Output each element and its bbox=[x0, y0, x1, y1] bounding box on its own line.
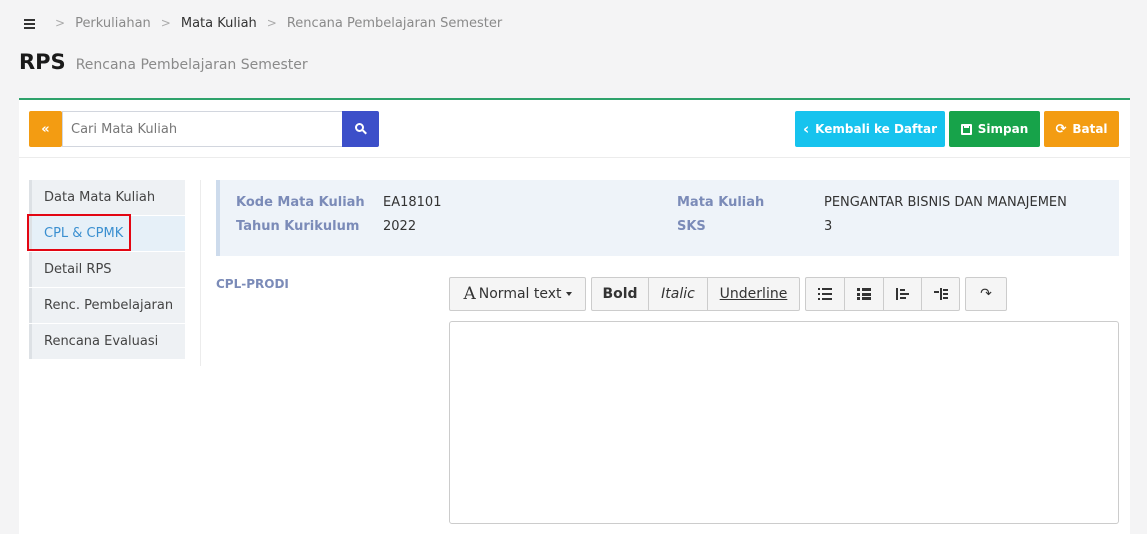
mata-kuliah-value: PENGANTAR BISNIS DAN MANAJEMEN bbox=[824, 195, 1067, 210]
share-button[interactable]: ↷ bbox=[966, 278, 1006, 310]
back-to-list-label: Kembali ke Daftar bbox=[815, 122, 937, 136]
section-nav: Data Mata Kuliah CPL & CPMK Detail RPS R… bbox=[27, 180, 185, 360]
collapse-button[interactable]: « bbox=[29, 111, 62, 147]
cancel-label: Batal bbox=[1072, 122, 1108, 136]
nav-item-label: Renc. Pembelajaran bbox=[44, 298, 174, 313]
page-title: RPS bbox=[19, 50, 66, 74]
unordered-list-button[interactable] bbox=[806, 278, 845, 310]
chevron-right-icon: > bbox=[266, 16, 277, 30]
page-subtitle: Rencana Pembelajaran Semester bbox=[75, 57, 308, 73]
refresh-icon: ⟳ bbox=[1055, 121, 1067, 137]
kode-mata-kuliah-label: Kode Mata Kuliah bbox=[236, 195, 365, 210]
double-chevron-left-icon: « bbox=[41, 121, 50, 137]
back-to-list-button[interactable]: ‹ Kembali ke Daftar bbox=[795, 111, 945, 147]
save-label: Simpan bbox=[977, 122, 1029, 136]
breadcrumb-item-perkuliahan[interactable]: Perkuliahan bbox=[75, 16, 151, 31]
indent-icon bbox=[933, 288, 948, 300]
nav-item-label: Detail RPS bbox=[44, 262, 112, 277]
rich-text-editor[interactable] bbox=[449, 321, 1119, 524]
heading-style-dropdown[interactable]: A Normal text bbox=[449, 277, 586, 311]
breadcrumb-item-mata-kuliah[interactable]: Mata Kuliah bbox=[181, 16, 257, 31]
heading-style-label: Normal text bbox=[478, 286, 562, 302]
sks-label: SKS bbox=[677, 219, 706, 234]
search-icon bbox=[354, 123, 367, 135]
search-button[interactable] bbox=[342, 111, 379, 147]
nav-item-data-mata-kuliah[interactable]: Data Mata Kuliah bbox=[29, 180, 185, 215]
breadcrumb-item-rps: Rencana Pembelajaran Semester bbox=[286, 15, 503, 31]
divider bbox=[200, 180, 201, 366]
format-button-group: Bold Italic Underline bbox=[591, 277, 800, 311]
chevron-right-icon: > bbox=[160, 16, 171, 30]
ordered-list-button[interactable] bbox=[845, 278, 884, 310]
heading-style-content: A Normal text bbox=[450, 278, 585, 310]
list-button-group bbox=[805, 277, 960, 311]
italic-button[interactable]: Italic bbox=[649, 278, 708, 310]
breadcrumb: > Perkuliahan > Mata Kuliah > Rencana Pe… bbox=[24, 14, 502, 32]
sks-value: 3 bbox=[824, 219, 833, 234]
cancel-button[interactable]: ⟳ Batal bbox=[1044, 111, 1119, 147]
tahun-kurikulum-value: 2022 bbox=[383, 219, 417, 234]
nav-item-detail-rps[interactable]: Detail RPS bbox=[29, 252, 185, 287]
share-icon: ↷ bbox=[980, 286, 992, 302]
nav-item-label: Data Mata Kuliah bbox=[44, 190, 156, 205]
main-panel: « ‹ Kembali ke Daftar Simpan ⟳ Batal Dat… bbox=[19, 98, 1130, 534]
search-input[interactable] bbox=[62, 111, 343, 147]
menu-icon[interactable] bbox=[24, 18, 35, 29]
outdent-button[interactable] bbox=[884, 278, 922, 310]
tahun-kurikulum-label: Tahun Kurikulum bbox=[236, 219, 360, 234]
chevron-left-icon: ‹ bbox=[802, 120, 810, 138]
nav-item-rencana-evaluasi[interactable]: Rencana Evaluasi bbox=[29, 324, 185, 359]
cpl-prodi-label: CPL-PRODI bbox=[216, 277, 289, 291]
toolbar: « ‹ Kembali ke Daftar Simpan ⟳ Batal bbox=[19, 100, 1130, 158]
kode-mata-kuliah-value: EA18101 bbox=[383, 195, 442, 210]
page-header: RPS Rencana Pembelajaran Semester bbox=[19, 50, 308, 74]
redo-button-group: ↷ bbox=[965, 277, 1007, 311]
mata-kuliah-label: Mata Kuliah bbox=[677, 195, 765, 210]
bold-button[interactable]: Bold bbox=[592, 278, 649, 310]
save-button[interactable]: Simpan bbox=[949, 111, 1040, 147]
course-info-box: Kode Mata Kuliah EA18101 Tahun Kurikulum… bbox=[216, 180, 1119, 256]
nav-item-label: Rencana Evaluasi bbox=[44, 334, 159, 349]
underline-button[interactable]: Underline bbox=[708, 278, 799, 310]
chevron-right-icon: > bbox=[55, 16, 66, 30]
list-ol-icon bbox=[857, 288, 871, 300]
floppy-disk-icon bbox=[960, 123, 972, 135]
nav-item-label: CPL & CPMK bbox=[44, 226, 124, 241]
font-icon: A bbox=[463, 284, 476, 304]
list-ul-icon bbox=[818, 288, 832, 300]
outdent-icon bbox=[895, 288, 910, 300]
indent-button[interactable] bbox=[922, 278, 959, 310]
nav-item-cpl-cpmk[interactable]: CPL & CPMK bbox=[29, 216, 185, 251]
caret-down-icon bbox=[565, 292, 572, 296]
nav-item-renc-pembelajaran[interactable]: Renc. Pembelajaran bbox=[29, 288, 185, 323]
